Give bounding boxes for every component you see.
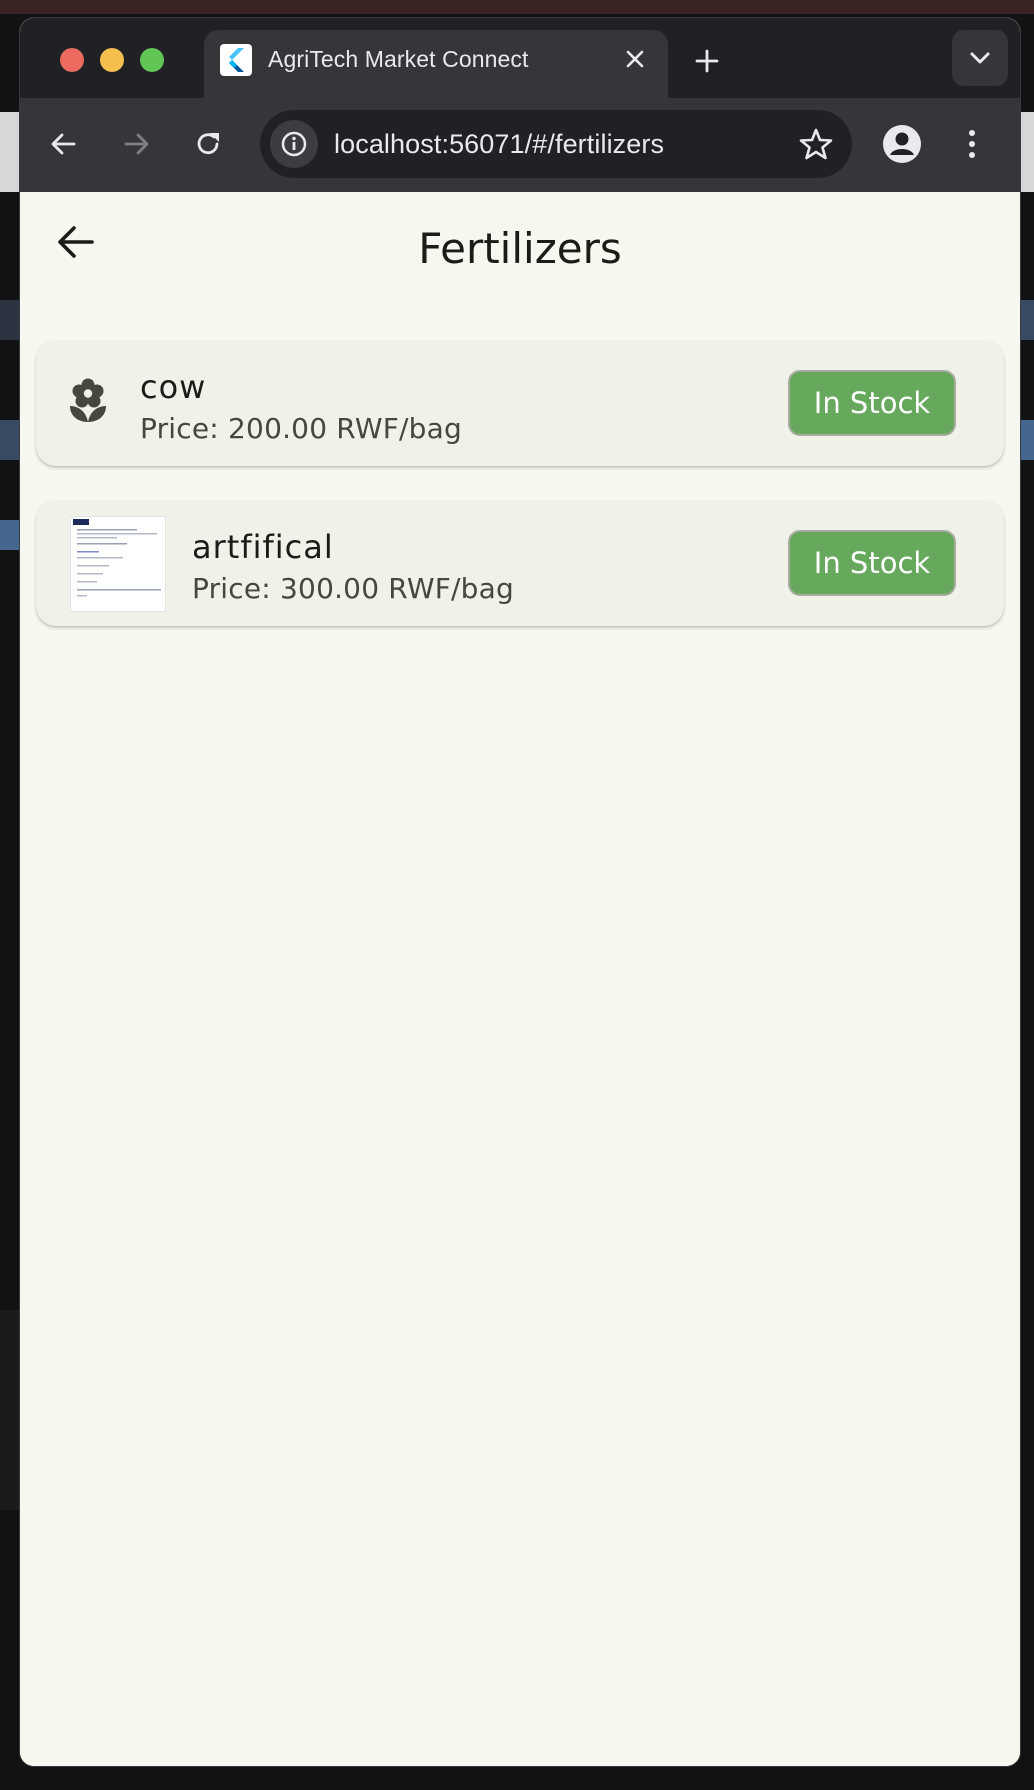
in-stock-button[interactable]: In Stock xyxy=(788,530,956,596)
reload-icon[interactable] xyxy=(188,124,228,164)
fertilizer-price: Price: 300.00 RWF/bag xyxy=(192,572,514,605)
chevron-down-icon xyxy=(970,52,990,64)
tab-title: AgriTech Market Connect xyxy=(268,46,529,72)
bookmark-star-icon[interactable] xyxy=(796,124,836,164)
close-window-button[interactable] xyxy=(60,48,84,72)
fertilizer-price: Price: 200.00 RWF/bag xyxy=(140,412,462,445)
url-text: localhost:56071/#/fertilizers xyxy=(334,129,665,159)
browser-forward-icon[interactable] xyxy=(116,124,156,164)
fertilizer-name: artfifical xyxy=(192,528,334,566)
browser-back-icon[interactable] xyxy=(44,124,84,164)
site-info-icon[interactable] xyxy=(270,120,318,168)
minimize-window-button[interactable] xyxy=(100,48,124,72)
browser-titlebar: AgriTech Market Connect xyxy=(20,18,1020,98)
browser-window: AgriTech Market Connect localhost:56071/… xyxy=(20,18,1020,1766)
in-stock-button[interactable]: In Stock xyxy=(788,370,956,436)
background-app-strip xyxy=(1020,420,1034,460)
new-tab-icon[interactable] xyxy=(690,44,724,78)
background-app-strip xyxy=(0,1310,22,1510)
app-bar: Fertilizers xyxy=(20,192,1020,302)
fertilizer-name: cow xyxy=(140,368,207,406)
page-title: Fertilizers xyxy=(418,224,622,273)
address-bar[interactable]: localhost:56071/#/fertilizers xyxy=(260,110,852,178)
background-app-strip xyxy=(0,0,1034,14)
background-app-strip xyxy=(0,520,22,550)
close-tab-icon[interactable] xyxy=(620,44,650,74)
fertilizer-thumbnail-image xyxy=(70,516,166,612)
background-app-strip xyxy=(1020,300,1034,340)
profile-avatar-icon[interactable] xyxy=(882,124,922,164)
app-content: Fertilizers cow Price: 200.00 RWF/bag In… xyxy=(20,192,1020,1766)
background-app-strip xyxy=(0,300,22,340)
flutter-icon xyxy=(220,44,252,76)
fertilizer-card[interactable]: cow Price: 200.00 RWF/bag In Stock xyxy=(36,340,1004,466)
browser-menu-icon[interactable] xyxy=(952,124,992,164)
browser-tab[interactable]: AgriTech Market Connect xyxy=(204,30,668,98)
fertilizer-card[interactable]: artfifical Price: 300.00 RWF/bag In Stoc… xyxy=(36,500,1004,626)
tab-search-button[interactable] xyxy=(952,30,1008,86)
maximize-window-button[interactable] xyxy=(140,48,164,72)
background-app-strip xyxy=(1020,112,1034,192)
browser-toolbar: localhost:56071/#/fertilizers xyxy=(20,98,1020,192)
background-app-strip xyxy=(0,112,22,192)
flower-icon xyxy=(68,376,108,424)
background-app-strip xyxy=(0,420,22,460)
